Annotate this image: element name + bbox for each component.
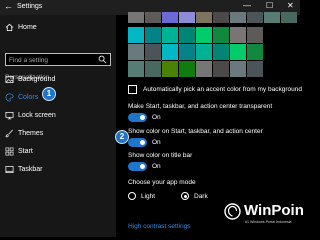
search-box[interactable] bbox=[5, 53, 111, 66]
sidebar-item-label: Themes bbox=[18, 130, 44, 137]
accent-color-swatch[interactable] bbox=[162, 61, 178, 77]
accent-color-swatch[interactable] bbox=[196, 12, 212, 23]
accent-color-swatch[interactable] bbox=[145, 12, 161, 23]
app-mode-light-label: Light bbox=[141, 193, 156, 200]
app-mode-dark-label: Dark bbox=[194, 193, 208, 200]
watermark-name: WinPoin bbox=[244, 202, 304, 219]
sidebar-item-label: Colors bbox=[18, 94, 39, 101]
sidebar-item-background[interactable]: Background bbox=[0, 73, 116, 88]
accent-color-swatch[interactable] bbox=[230, 44, 246, 60]
accent-color-swatch[interactable] bbox=[281, 12, 297, 23]
show-color-start-label: Show color on Start, taskbar, and action… bbox=[128, 128, 263, 135]
accent-color-swatch[interactable] bbox=[162, 27, 178, 43]
accent-color-swatch[interactable] bbox=[179, 12, 195, 23]
accent-color-swatch[interactable] bbox=[128, 61, 144, 77]
transparency-label: Make Start, taskbar, and action center t… bbox=[128, 103, 273, 110]
accent-color-swatch[interactable] bbox=[230, 61, 246, 77]
winpoin-watermark: WinPoin #1 Windows Portal Indonesia bbox=[224, 200, 304, 230]
search-icon[interactable] bbox=[98, 55, 107, 64]
taskbar-icon bbox=[5, 165, 14, 174]
accent-color-swatch[interactable] bbox=[213, 12, 229, 23]
show-color-start-toggle[interactable] bbox=[128, 138, 147, 147]
toggle-knob bbox=[140, 164, 145, 169]
accent-color-swatch[interactable] bbox=[196, 44, 212, 60]
sidebar: Home Personalization Background Colors L… bbox=[0, 15, 116, 237]
sidebar-item-label: Home bbox=[18, 24, 37, 31]
accent-color-swatch[interactable] bbox=[162, 12, 178, 23]
auto-accent-checkbox[interactable] bbox=[128, 85, 137, 94]
accent-color-swatch[interactable] bbox=[213, 27, 229, 43]
step-badge-2: 2 bbox=[115, 130, 129, 144]
sidebar-item-colors[interactable]: Colors bbox=[0, 91, 116, 106]
accent-color-swatch[interactable] bbox=[247, 27, 263, 43]
accent-color-swatch[interactable] bbox=[128, 44, 144, 60]
accent-color-swatch[interactable] bbox=[179, 61, 195, 77]
window-title: Settings bbox=[17, 3, 43, 10]
accent-color-swatch[interactable] bbox=[247, 12, 263, 23]
accent-color-swatch[interactable] bbox=[128, 12, 144, 23]
maximize-button[interactable]: ☐ bbox=[266, 1, 273, 10]
winpoin-logo-icon bbox=[224, 203, 241, 220]
monitor-icon bbox=[5, 111, 14, 120]
show-color-start-state: On bbox=[152, 139, 161, 146]
show-color-title-state: On bbox=[152, 163, 161, 170]
show-color-title-label: Show color on title bar bbox=[128, 152, 193, 159]
accent-color-swatch[interactable] bbox=[162, 44, 178, 60]
app-mode-dark-radio[interactable] bbox=[181, 192, 189, 200]
auto-accent-label: Automatically pick an accent color from … bbox=[143, 86, 302, 93]
home-icon bbox=[5, 23, 14, 32]
image-icon bbox=[5, 75, 14, 84]
accent-color-swatch[interactable] bbox=[179, 27, 195, 43]
toggle-knob bbox=[140, 140, 145, 145]
step-badge-1: 1 bbox=[42, 87, 56, 101]
accent-color-swatch[interactable] bbox=[230, 27, 246, 43]
accent-color-swatch[interactable] bbox=[213, 61, 229, 77]
show-color-title-toggle[interactable] bbox=[128, 162, 147, 171]
high-contrast-link[interactable]: High contrast settings bbox=[128, 223, 191, 230]
transparency-state: On bbox=[152, 114, 161, 121]
sidebar-item-label: Lock screen bbox=[18, 112, 56, 119]
start-grid-icon bbox=[5, 147, 14, 156]
transparency-toggle[interactable] bbox=[128, 113, 147, 122]
accent-color-swatch[interactable] bbox=[213, 44, 229, 60]
accent-color-swatch[interactable] bbox=[196, 61, 212, 77]
search-input[interactable] bbox=[9, 55, 99, 65]
sidebar-item-themes[interactable]: Themes bbox=[0, 127, 116, 142]
accent-color-swatch[interactable] bbox=[145, 61, 161, 77]
sidebar-item-taskbar[interactable]: Taskbar bbox=[0, 163, 116, 178]
brush-icon bbox=[5, 129, 13, 138]
sidebar-item-label: Taskbar bbox=[18, 166, 43, 173]
accent-color-swatch[interactable] bbox=[247, 44, 263, 60]
accent-color-swatch[interactable] bbox=[179, 44, 195, 60]
accent-color-swatch[interactable] bbox=[247, 61, 263, 77]
accent-color-swatch[interactable] bbox=[196, 27, 212, 43]
app-mode-light-radio[interactable] bbox=[128, 192, 136, 200]
watermark-tagline: #1 Windows Portal Indonesia bbox=[245, 220, 292, 224]
sidebar-item-lock-screen[interactable]: Lock screen bbox=[0, 109, 116, 124]
back-arrow-icon[interactable]: ← bbox=[4, 1, 13, 11]
accent-color-swatch[interactable] bbox=[145, 44, 161, 60]
palette-icon bbox=[5, 93, 14, 102]
app-mode-label: Choose your app mode bbox=[128, 179, 196, 186]
accent-color-swatch[interactable] bbox=[230, 12, 246, 23]
accent-color-swatch[interactable] bbox=[128, 27, 144, 43]
accent-color-swatch[interactable] bbox=[264, 12, 280, 23]
accent-color-swatch[interactable] bbox=[145, 27, 161, 43]
toggle-knob bbox=[140, 115, 145, 120]
sidebar-item-label: Background bbox=[18, 76, 56, 83]
sidebar-item-label: Start bbox=[18, 148, 33, 155]
minimize-button[interactable]: — bbox=[243, 1, 251, 10]
sidebar-item-home[interactable]: Home bbox=[0, 21, 116, 36]
sidebar-item-start[interactable]: Start bbox=[0, 145, 116, 160]
close-button[interactable]: ✕ bbox=[287, 1, 294, 10]
